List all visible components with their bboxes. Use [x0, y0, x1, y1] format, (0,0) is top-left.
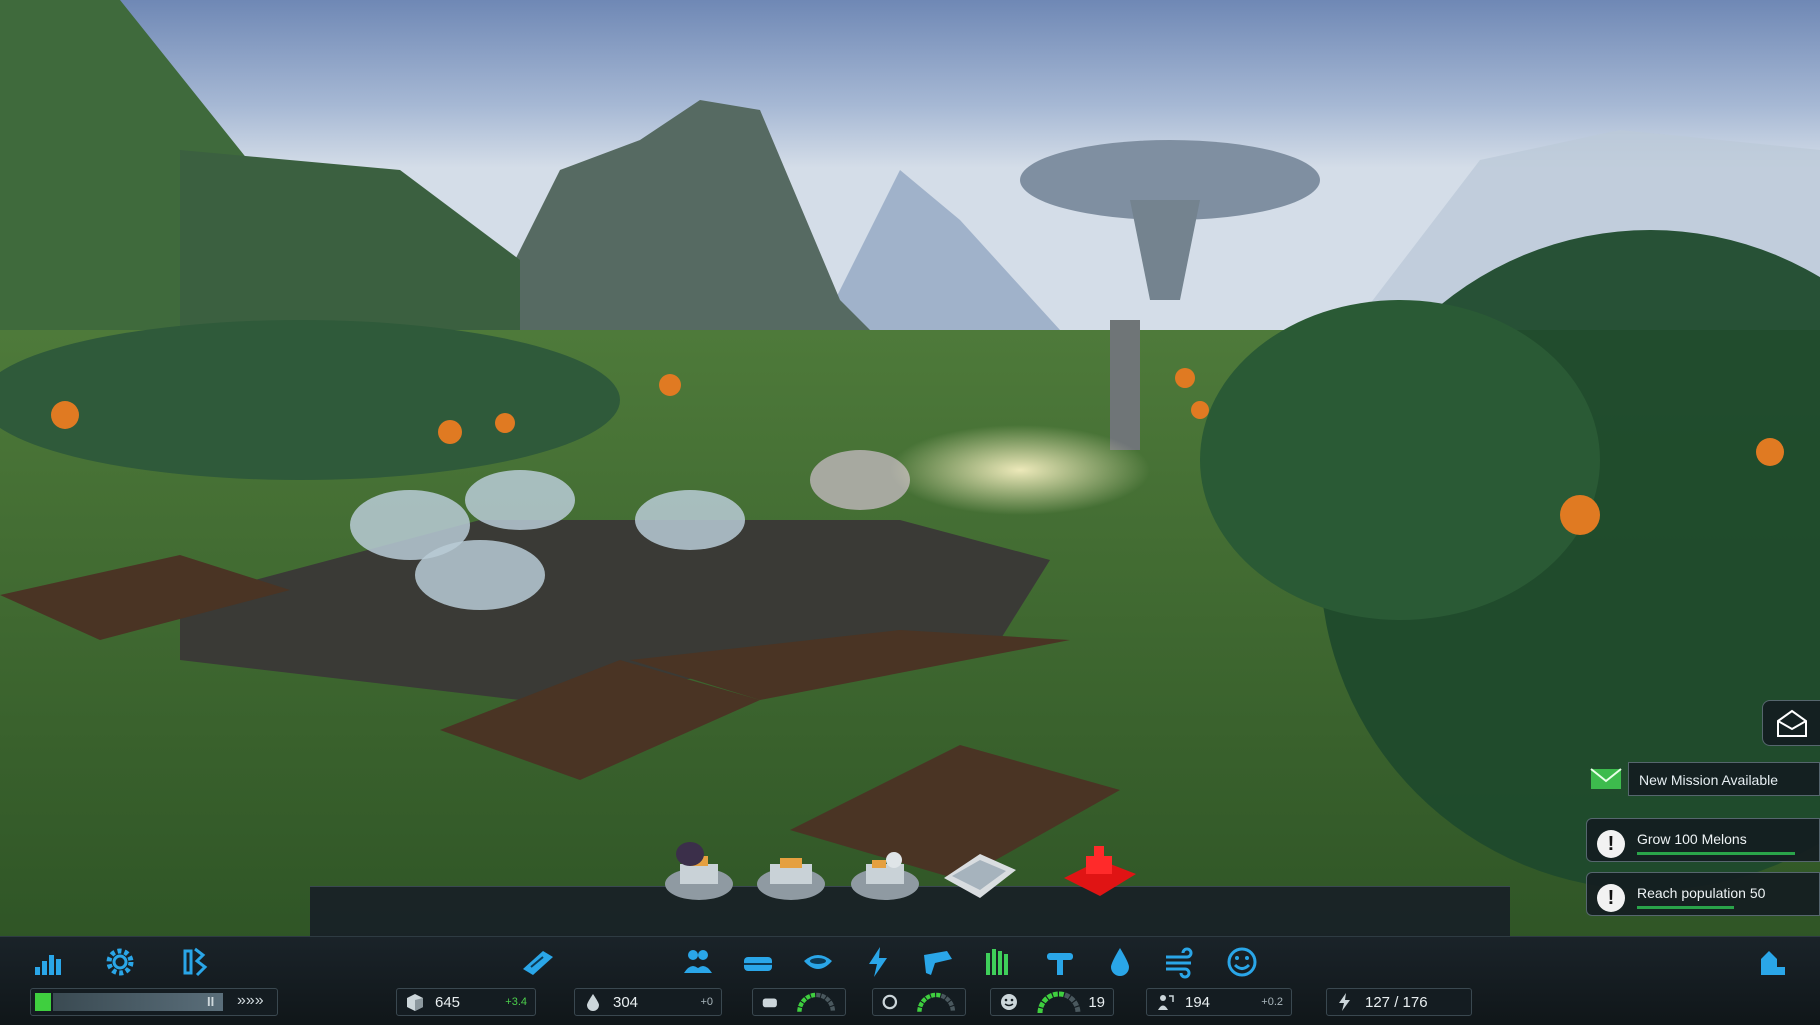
wind-icon[interactable] [1160, 942, 1200, 982]
gauge-segment [1041, 996, 1049, 1004]
notification-text: New Mission Available [1639, 772, 1779, 788]
alert-icon: ! [1597, 884, 1625, 912]
population-resource[interactable]: 194 +0.2 [1146, 988, 1292, 1016]
speed-track [53, 993, 223, 1011]
gauge-segment [1046, 993, 1053, 1000]
red-building-icon[interactable] [1060, 834, 1138, 904]
gauge-segment [1037, 1007, 1044, 1014]
gauge-segment [920, 997, 927, 1004]
happiness-value: 19 [1088, 993, 1105, 1011]
mining-icon[interactable] [918, 942, 958, 982]
food-bowl-icon[interactable] [798, 942, 838, 982]
mission-progress-bar [1637, 852, 1796, 855]
greenhouse-icon[interactable] [940, 834, 1018, 904]
gauge-segment [809, 992, 815, 998]
gauge-segment [829, 1005, 835, 1011]
food-gauge[interactable] [752, 988, 846, 1016]
gauge-segment [935, 992, 941, 998]
happiness-resource[interactable]: 19 [990, 988, 1114, 1016]
population-icon [1158, 995, 1174, 1010]
notification-mission-melons[interactable]: ! Grow 100 Melons [1586, 818, 1820, 862]
gauge-segment [800, 997, 807, 1004]
happiness-level-gauge [1037, 991, 1081, 1014]
game-speed-control[interactable]: II »»» [30, 988, 278, 1016]
materials-icon [407, 994, 423, 1011]
statistics-icon[interactable] [28, 942, 68, 982]
water-resource[interactable]: 304 +0 [574, 988, 722, 1016]
gauge-segment [1072, 1000, 1079, 1007]
water-icon[interactable] [1100, 942, 1140, 982]
gauge-segment [949, 1005, 955, 1011]
notification-new-mission[interactable]: New Mission Available [1590, 762, 1820, 796]
gauge-segment [1058, 991, 1065, 998]
happiness-icon[interactable] [1222, 942, 1262, 982]
lightning-icon [1339, 993, 1350, 1011]
food-icon [762, 998, 777, 1008]
water-drop-icon [587, 994, 599, 1011]
alert-icon: ! [1597, 830, 1625, 858]
gauge-segment [1074, 1006, 1081, 1013]
demolish-icon[interactable] [1752, 942, 1792, 982]
mail-open-icon [1777, 709, 1807, 737]
gauge-segment [924, 994, 931, 1000]
road-icon[interactable] [518, 942, 558, 982]
gauge-segment [947, 1000, 954, 1007]
habitat-module-icon[interactable] [660, 834, 738, 904]
gauge-segment [796, 1006, 802, 1012]
power-icon[interactable] [858, 942, 898, 982]
gauge-segment [820, 993, 826, 1000]
smiley-icon [1001, 994, 1017, 1010]
gauge-segment [944, 996, 951, 1003]
settings-gear-icon[interactable] [100, 942, 140, 982]
mail-button[interactable] [1762, 700, 1820, 746]
oxygen-gauge[interactable] [872, 988, 966, 1016]
gauge-segment [797, 1001, 804, 1008]
materials-resource[interactable]: 645 +3.4 [396, 988, 536, 1016]
gauge-segment [1052, 991, 1059, 998]
notification-text: Grow 100 Melons [1637, 831, 1747, 847]
energy-resource[interactable]: 127 / 176 [1326, 988, 1472, 1016]
food-level-gauge [796, 992, 835, 1012]
oxygen-icon [882, 994, 898, 1010]
gauge-segment [1038, 1001, 1046, 1008]
fast-forward-button[interactable]: »»» [237, 992, 264, 1010]
gauge-segment [1068, 995, 1076, 1003]
oxygen-level-gauge [916, 992, 955, 1012]
agriculture-icon[interactable] [978, 942, 1018, 982]
gauge-segment [940, 993, 946, 1000]
gauge-segment [917, 1001, 924, 1008]
pause-button[interactable]: II [207, 994, 214, 1009]
habitat-module-3-icon[interactable] [846, 834, 924, 904]
envelope-icon [1590, 768, 1622, 789]
water-delta: +0 [700, 996, 713, 1008]
gauge-segment [929, 992, 935, 998]
gauge-segment [827, 1000, 834, 1007]
mission-progress-bar [1637, 906, 1734, 909]
research-icon[interactable] [174, 942, 214, 982]
gauge-segment [804, 994, 811, 1000]
gauge-segment [815, 992, 821, 998]
oxygen-icon[interactable] [1040, 942, 1080, 982]
materials-delta: +3.4 [505, 996, 527, 1008]
speed-progress-fill [35, 993, 51, 1011]
materials-value: 645 [435, 993, 461, 1011]
notification-text: Reach population 50 [1637, 885, 1766, 901]
water-value: 304 [613, 993, 639, 1011]
housing-icon[interactable] [738, 942, 778, 982]
gauge-segment [1064, 992, 1071, 1000]
energy-value: 127 / 176 [1365, 993, 1428, 1011]
notification-mission-population[interactable]: ! Reach population 50 [1586, 872, 1820, 916]
gauge-segment [916, 1006, 922, 1012]
habitat-module-2-icon[interactable] [752, 834, 830, 904]
gauge-segment [824, 996, 831, 1003]
population-value: 194 [1185, 993, 1211, 1011]
population-icon[interactable] [678, 942, 718, 982]
population-delta: +0.2 [1261, 996, 1283, 1008]
